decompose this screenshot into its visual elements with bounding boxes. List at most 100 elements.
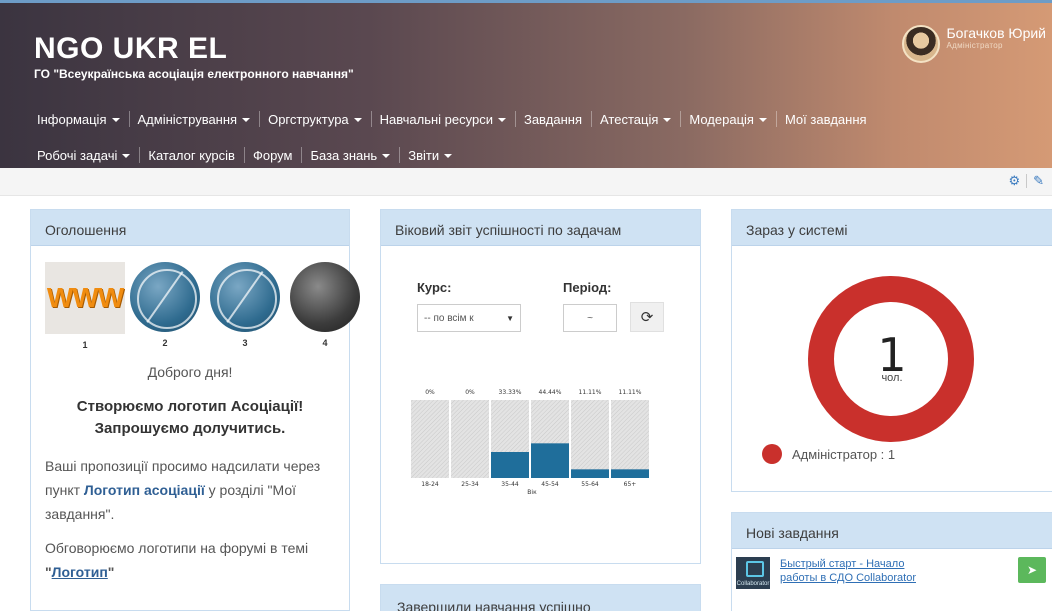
x-tick-label: 35-44 [501,481,519,488]
bar-track [411,400,449,478]
announcement-paragraph-2: Обговорюємо логотипи на форумі в темі "Л… [45,540,309,580]
new-tasks-title: Нові завдання [732,513,1052,549]
globe-logo-icon[interactable] [130,262,200,332]
main-nav-row-2: Робочі задачі Каталог курсів Форум База зна… [28,145,1038,165]
bar-track [571,400,609,478]
bar-value-label: 0% [425,389,435,396]
start-task-button[interactable]: ➤ [1018,557,1046,583]
age-report-panel: Віковий звіт успішності по задачам Курс:… [380,209,701,564]
nav-item-7[interactable]: Модерація [680,109,776,129]
nav-item-label: Атестація [600,111,659,127]
x-tick-label: 25-34 [461,481,479,488]
nav-item-8[interactable]: Мої завдання [775,109,876,129]
new-tasks-panel: Нові завдання Collaborator Быстрый старт… [731,512,1052,611]
course-label: Курс: [417,280,452,295]
nav-item-5[interactable]: Завдання [514,109,591,129]
announcement-headline: Створюємо логотип Асоціації! Запрошуємо … [76,398,304,437]
rocket-icon: ➤ [1026,563,1038,577]
forum-topic-link[interactable]: Логотип [52,564,108,580]
brand-subtitle: ГО "Всеукраїнська асоціація електронного… [34,67,354,81]
nav-item-4[interactable]: База знань [301,145,399,165]
legend-dot [762,444,782,464]
nav-item-1[interactable]: Інформація [28,109,129,129]
caret-down-icon [122,154,131,158]
nav-item-label: Робочі задачі [37,147,118,163]
bar-value-label: 11.11% [619,389,642,396]
caret-down-icon [382,154,391,158]
brand-title[interactable]: NGO UKR EL [34,33,354,65]
user-menu[interactable]: Богачков Юрий Адміністратор [902,25,1046,63]
logo-option-1[interactable]: WWW 1 [45,262,125,350]
nav-item-4[interactable]: Навчальні ресурси [370,109,515,129]
announcements-title: Оголошення [31,210,349,246]
globe-logo-icon[interactable] [210,262,280,332]
caret-down-icon [497,118,506,122]
bar-track [451,400,489,478]
x-tick-label: 55-64 [581,481,599,488]
nav-item-5[interactable]: Звіти [399,145,461,165]
legend-text: Адміністратор : 1 [792,446,896,462]
nav-item-label: Інформація [37,111,107,127]
age-report-title: Віковий звіт успішності по задачам [381,210,700,246]
nav-item-1[interactable]: Робочі задачі [28,145,139,165]
www-logo-icon[interactable]: WWW [45,262,125,334]
nav-item-label: Форум [252,147,293,163]
avatar[interactable] [902,25,941,63]
settings-icon[interactable]: ⚙ [1008,174,1020,188]
task-link[interactable]: Быстрый старт - Начало работы в СДО Coll… [780,557,940,589]
refresh-button[interactable]: ⟳ [630,302,664,332]
page-toolbar: ⚙ ✎ [0,168,1052,196]
greeting-text: Доброго дня! [147,364,233,380]
edit-icon[interactable]: ✎ [1033,174,1044,188]
logo-task-link[interactable]: Логотип асоціації [84,482,205,498]
x-tick-label: 45-54 [541,481,559,488]
nav-item-label: Модерація [689,111,754,127]
completed-panel: Завершили навчання успішно [380,584,701,611]
nav-item-label: База знань [310,147,378,163]
logo-number: 2 [162,338,168,348]
x-tick-label: 18-24 [421,481,439,488]
nav-item-2[interactable]: Каталог курсів [139,145,244,165]
period-input[interactable]: ~ [563,304,617,332]
completed-title: Завершили навчання успішно [381,585,700,611]
nav-item-label: Завдання [523,111,583,127]
course-thumbnail[interactable]: Collaborator [736,557,770,589]
user-name[interactable]: Богачков Юрий [946,25,1046,41]
age-chart: 0% 18-24 0% 25-34 33.33% 35-44 44.44% 45-54 11.1… [411,389,649,496]
logo-gallery: WWW 1 2 3 4 [45,262,365,350]
bar [611,469,649,478]
caret-down-icon [353,118,362,122]
bar-value-label: 33.33% [499,389,522,396]
announcement-paragraph-1: Ваші пропозиції просимо надсилати через … [45,458,321,522]
bar-value-label: 0% [465,389,475,396]
bar [571,469,609,478]
announcements-panel: Оголошення WWW 1 2 3 4 Доброго дня! Ство… [30,209,360,611]
online-panel: Зараз у системі 1 чол. Адміністратор : 1 [731,209,1052,492]
nav-item-3[interactable]: Оргструктура [259,109,371,129]
nav-item-6[interactable]: Атестація [591,109,680,129]
toolbar-divider [1026,174,1028,188]
nav-item-label: Каталог курсів [148,147,235,163]
bar-track [611,400,649,478]
chevron-down-icon: ▼ [506,313,514,323]
caret-down-icon [444,154,453,158]
nav-item-label: Звіти [408,147,440,163]
bar-value-label: 44.44% [539,389,562,396]
caret-down-icon [663,118,672,122]
logo-option-4[interactable]: 4 [285,262,365,350]
globe-dark-logo-icon[interactable] [290,262,360,332]
nav-item-3[interactable]: Форум [243,145,302,165]
online-unit: чол. [881,372,903,384]
course-select[interactable]: -- по всім к ▼ [417,304,521,332]
nav-item-label: Адміністрування [137,111,238,127]
bar [491,452,529,478]
nav-item-2[interactable]: Адміністрування [128,109,260,129]
logo-number: 4 [322,338,328,348]
logo-option-2[interactable]: 2 [125,262,205,350]
refresh-icon: ⟳ [640,309,654,326]
bar-value-label: 11.11% [579,389,602,396]
logo-option-3[interactable]: 3 [205,262,285,350]
user-role: Адміністратор [946,41,1003,50]
logo-number: 1 [82,340,88,350]
brand[interactable]: NGO UKR EL ГО "Всеукраїнська асоціація е… [34,33,354,82]
